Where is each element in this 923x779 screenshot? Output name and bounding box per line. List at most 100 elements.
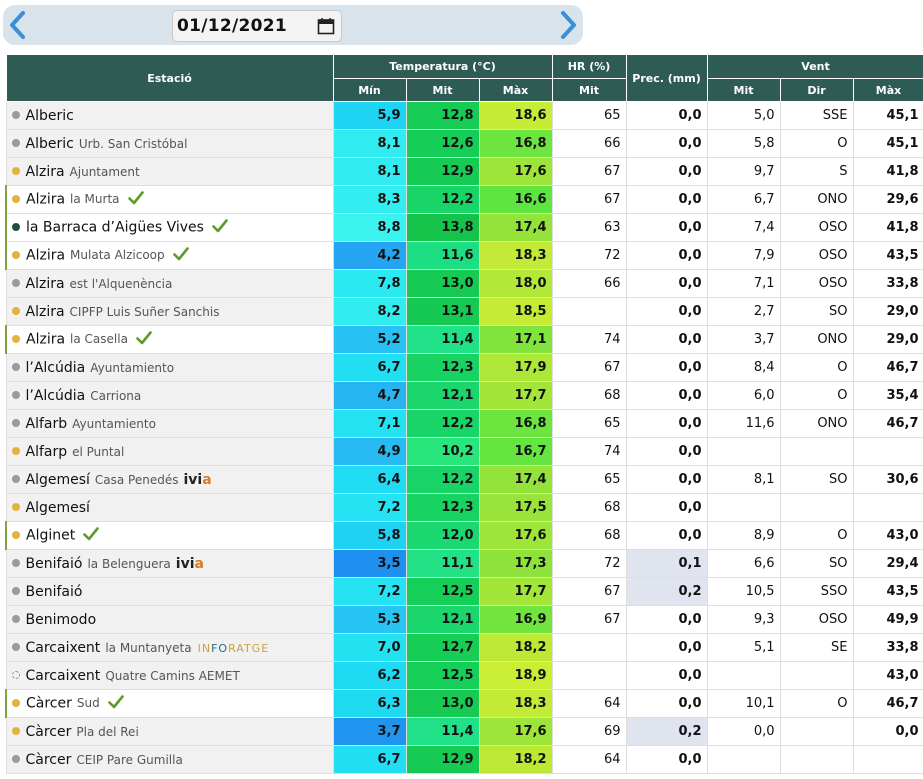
station-city[interactable]: Benifaió [26, 556, 83, 572]
station-cell[interactable]: Alfarb Ayuntamiento [5, 409, 334, 438]
station-cell[interactable]: Carcaixent Quatre Camins AEMET [5, 661, 334, 690]
station-city[interactable]: Alzira [26, 247, 65, 263]
station-location[interactable]: la Muntanyeta [105, 641, 191, 655]
station-cell[interactable]: Alzira est l'Alquenència [5, 269, 334, 298]
station-location[interactable]: est l'Alquenència [70, 277, 173, 291]
header-wind-max[interactable]: Màx [852, 78, 923, 102]
station-city[interactable]: Alzira [26, 276, 65, 292]
table-row[interactable]: Benimodo 5,3 12,1 16,9 67 0,0 9,3 OSO 49,9 [5, 605, 923, 634]
table-row[interactable]: Càrcer Sud 6,3 13,0 18,3 64 0,0 10,1 O 46,7 [5, 689, 923, 718]
next-day-button[interactable] [555, 5, 581, 45]
station-location[interactable]: Ajuntament [70, 165, 140, 179]
station-cell[interactable]: Alzira Mulata Alzicoop [5, 241, 334, 270]
station-cell[interactable]: l’Alcúdia Carriona [5, 381, 334, 410]
station-city[interactable]: Carcaixent [26, 668, 101, 684]
station-cell[interactable]: Benifaió [5, 577, 334, 606]
table-row[interactable]: Alfarp el Puntal 4,9 10,2 16,7 74 0,0 [5, 437, 923, 466]
station-location[interactable]: Carriona [90, 389, 141, 403]
station-location[interactable]: Sud [77, 696, 100, 710]
station-cell[interactable]: Alberic Urb. San Cristóbal [5, 129, 334, 158]
station-location[interactable]: el Puntal [72, 445, 124, 459]
station-location[interactable]: la Casella [70, 332, 128, 346]
table-row[interactable]: Benifaió la Belenguera ivia 3,5 11,1 17,3 72 0,… [5, 549, 923, 578]
station-city[interactable]: Benifaió [26, 584, 83, 600]
station-cell[interactable]: Alzira la Casella [5, 325, 334, 354]
station-location[interactable]: la Murta [70, 192, 119, 206]
table-row[interactable]: la Barraca d’Aigües Vives 8,8 13,8 17,4 63 0,… [5, 213, 923, 242]
table-row[interactable]: Alberic 5,9 12,8 18,6 65 0,0 5,0 SSE 45,1 [5, 101, 923, 130]
station-cell[interactable]: Benifaió la Belenguera ivia [5, 549, 334, 578]
station-city[interactable]: Alfarb [26, 416, 68, 432]
station-city[interactable]: Alzira [26, 191, 65, 207]
header-hr-mean[interactable]: Mit [551, 78, 627, 102]
table-row[interactable]: Alzira est l'Alquenència 7,8 13,0 18,0 66 0,0 7… [5, 269, 923, 298]
station-cell[interactable]: Alginet [5, 521, 334, 550]
header-wind-dir[interactable]: Dir [779, 78, 854, 102]
station-city[interactable]: la Barraca d’Aigües Vives [26, 219, 204, 235]
station-city[interactable]: Càrcer [26, 724, 72, 740]
table-row[interactable]: Càrcer CEIP Pare Gumilla 6,7 12,9 18,2 64 0,0 [5, 745, 923, 774]
station-cell[interactable]: Algemesí [5, 493, 334, 522]
table-row[interactable]: Alzira Mulata Alzicoop 4,2 11,6 18,3 72 0,0 7,9… [5, 241, 923, 270]
table-row[interactable]: Carcaixent la Muntanyeta INFORATGE 7,0 12,7 1… [5, 633, 923, 662]
station-city[interactable]: Càrcer [26, 695, 72, 711]
station-location[interactable]: la Belenguera [87, 557, 170, 571]
station-location[interactable]: Casa Penedés [95, 473, 179, 487]
station-city[interactable]: Alberic [26, 136, 74, 152]
table-row[interactable]: Algemesí Casa Penedés ivia 6,4 12,2 17,4 65 0,0… [5, 465, 923, 494]
station-cell[interactable]: Alzira CIPFP Luis Suñer Sanchis [5, 297, 334, 326]
station-city[interactable]: Alfarp [26, 444, 68, 460]
station-city[interactable]: Alberic [26, 108, 74, 124]
station-city[interactable]: Alzira [26, 164, 65, 180]
station-city[interactable]: Càrcer [26, 752, 72, 768]
station-cell[interactable]: Alberic [5, 101, 334, 130]
table-row[interactable]: l’Alcúdia Ayuntamiento 6,7 12,3 17,9 67 0,0 8,4… [5, 353, 923, 382]
station-city[interactable]: Algemesí [26, 472, 90, 488]
station-cell[interactable]: Algemesí Casa Penedés ivia [5, 465, 334, 494]
station-cell[interactable]: Benimodo [5, 605, 334, 634]
station-city[interactable]: Carcaixent [26, 640, 101, 656]
station-location[interactable]: CEIP Pare Gumilla [76, 753, 182, 767]
station-location[interactable]: CIPFP Luis Suñer Sanchis [70, 305, 220, 319]
table-row[interactable]: Alberic Urb. San Cristóbal 8,1 12,6 16,8 66 0,… [5, 129, 923, 158]
station-location[interactable]: Ayuntamiento [72, 417, 156, 431]
station-location[interactable]: Quatre Camins AEMET [105, 669, 239, 683]
station-cell[interactable]: la Barraca d’Aigües Vives [5, 213, 334, 242]
table-row[interactable]: Alzira Ajuntament 8,1 12,9 17,6 67 0,0 9,7 S 41,8 [5, 157, 923, 186]
table-row[interactable]: Alzira la Murta 8,3 12,2 16,6 67 0,0 6,7 ONO 29,6 [5, 185, 923, 214]
station-cell[interactable]: Alzira Ajuntament [5, 157, 334, 186]
table-row[interactable]: Algemesí 7,2 12,3 17,5 68 0,0 [5, 493, 923, 522]
station-cell[interactable]: Carcaixent la Muntanyeta INFORATGE [5, 633, 334, 662]
station-cell[interactable]: Alzira la Murta [5, 185, 334, 214]
station-location[interactable]: Urb. San Cristóbal [79, 137, 188, 151]
station-cell[interactable]: Càrcer Pla del Rei [5, 717, 334, 746]
station-city[interactable]: Alzira [26, 331, 65, 347]
station-city[interactable]: Algemesí [26, 500, 90, 516]
header-precipitation[interactable]: Prec. (mm) [625, 54, 708, 102]
station-city[interactable]: l’Alcúdia [26, 388, 86, 404]
station-cell[interactable]: l’Alcúdia Ayuntamiento [5, 353, 334, 382]
header-temp-min[interactable]: Mín [332, 78, 407, 102]
station-city[interactable]: Alzira [26, 304, 65, 320]
table-row[interactable]: Carcaixent Quatre Camins AEMET 6,2 12,5 18,9… [5, 661, 923, 690]
header-station[interactable]: Estació [5, 54, 334, 102]
prev-day-button[interactable] [5, 5, 31, 45]
station-city[interactable]: l’Alcúdia [26, 360, 86, 376]
table-row[interactable]: Alginet 5,8 12,0 17,6 68 0,0 8,9 O 43,0 [5, 521, 923, 550]
table-row[interactable]: Alzira la Casella 5,2 11,4 17,1 74 0,0 3,7 ONO 29… [5, 325, 923, 354]
table-row[interactable]: Alfarb Ayuntamiento 7,1 12,2 16,8 65 0,0 11,6 ON… [5, 409, 923, 438]
header-wind-mean[interactable]: Mit [706, 78, 781, 102]
station-location[interactable]: Ayuntamiento [90, 361, 174, 375]
header-temp-max[interactable]: Màx [478, 78, 553, 102]
table-row[interactable]: Càrcer Pla del Rei 3,7 11,4 17,6 69 0,2 0,0 0,0 [5, 717, 923, 746]
date-field[interactable]: 01/12/2021 [172, 10, 342, 42]
calendar-icon[interactable] [317, 17, 335, 35]
station-cell[interactable]: Càrcer Sud [5, 689, 334, 718]
station-location[interactable]: Mulata Alzicoop [70, 248, 165, 262]
station-city[interactable]: Benimodo [26, 612, 97, 628]
station-cell[interactable]: Càrcer CEIP Pare Gumilla [5, 745, 334, 774]
station-cell[interactable]: Alfarp el Puntal [5, 437, 334, 466]
station-location[interactable]: Pla del Rei [76, 725, 138, 739]
table-row[interactable]: Alzira CIPFP Luis Suñer Sanchis 8,2 13,1 18,… [5, 297, 923, 326]
table-row[interactable]: Benifaió 7,2 12,5 17,7 67 0,2 10,5 SSO 43,5 [5, 577, 923, 606]
